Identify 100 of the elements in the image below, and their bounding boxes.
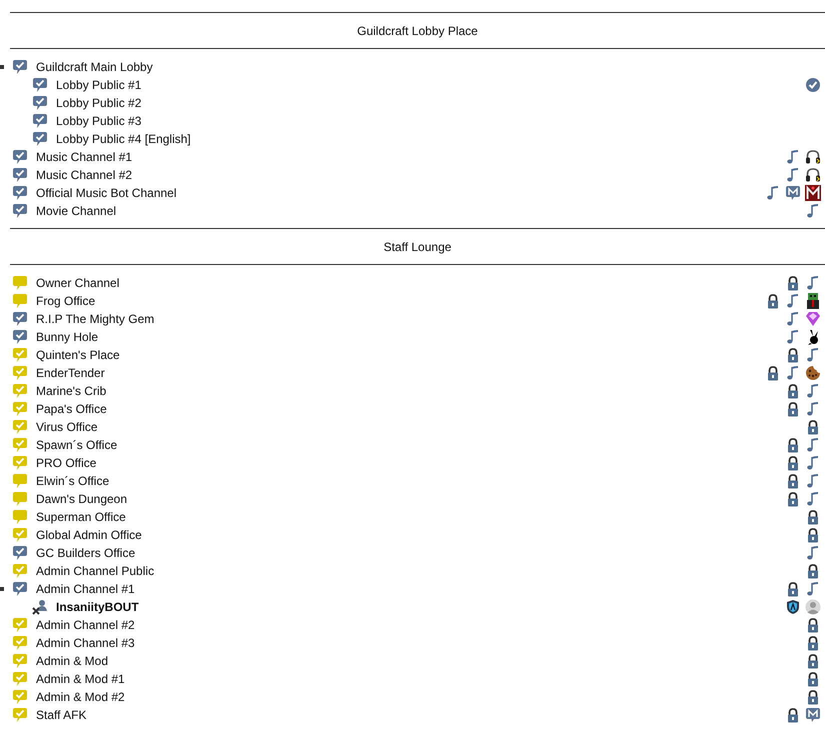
channel-name[interactable]: Admin & Mod #2 — [36, 688, 125, 706]
channel-name[interactable]: Spawn´s Office — [36, 436, 118, 454]
music-note-icon — [805, 491, 821, 507]
channel-icon — [32, 131, 48, 147]
channel-name[interactable]: Quinten's Place — [36, 346, 120, 364]
channel-name[interactable]: Music Channel #2 — [36, 166, 132, 184]
channel-name[interactable]: Admin Channel Public — [36, 562, 154, 580]
lock-icon — [765, 293, 781, 309]
lock-icon — [785, 707, 801, 723]
channel-name[interactable]: Virus Office — [36, 418, 98, 436]
lock-icon — [785, 347, 801, 363]
channel-icon — [12, 707, 28, 723]
channel-name[interactable]: Lobby Public #3 — [56, 112, 142, 130]
m-logo-icon — [805, 185, 821, 201]
user-icon — [32, 599, 48, 615]
channel-icon — [12, 275, 28, 291]
channel-icon — [12, 671, 28, 687]
channel-icon — [12, 653, 28, 669]
music-note-icon — [785, 311, 801, 327]
music-note-icon — [785, 167, 801, 183]
gem-icon — [805, 311, 821, 327]
channel-name[interactable]: Admin & Mod #1 — [36, 670, 125, 688]
channel-icon — [12, 509, 28, 525]
channel-name[interactable]: GC Builders Office — [36, 544, 136, 562]
channel-name[interactable]: Superman Office — [36, 508, 126, 526]
lock-icon — [785, 437, 801, 453]
lock-icon — [805, 617, 821, 633]
channel-name[interactable]: Lobby Public #2 — [56, 94, 142, 112]
channel-icon — [12, 383, 28, 399]
lock-icon — [805, 419, 821, 435]
channel-name[interactable]: Admin & Mod — [36, 652, 108, 670]
lock-icon — [785, 383, 801, 399]
music-note-icon — [785, 293, 801, 309]
music-note-icon — [805, 203, 821, 219]
channel-name[interactable]: Global Admin Office — [36, 526, 142, 544]
channel-icon — [12, 401, 28, 417]
channel-name[interactable]: Staff AFK — [36, 706, 86, 724]
channel-name[interactable]: Papa's Office — [36, 400, 107, 418]
check-badge-icon — [805, 77, 821, 93]
headphones-icon — [805, 149, 821, 165]
channel-name[interactable]: Lobby Public #4 [English] — [56, 130, 191, 148]
channel-name[interactable]: Bunny Hole — [36, 328, 98, 346]
channel-name[interactable]: Guildcraft Main Lobby — [36, 58, 153, 76]
music-note-icon — [805, 275, 821, 291]
music-note-icon — [805, 437, 821, 453]
headphones-icon — [805, 167, 821, 183]
channel-icon — [12, 689, 28, 705]
channel-name[interactable]: Official Music Bot Channel — [36, 184, 177, 202]
channel-name[interactable]: Dawn's Dungeon — [36, 490, 128, 508]
section-title: Guildcraft Lobby Place — [357, 22, 478, 40]
channel-name[interactable]: Music Channel #1 — [36, 148, 132, 166]
channel-icon — [12, 491, 28, 507]
channel-icon — [32, 95, 48, 111]
channel-icon — [12, 473, 28, 489]
channel-name[interactable]: Admin Channel #1 — [36, 580, 135, 598]
channel-name[interactable]: Admin Channel #2 — [36, 616, 135, 634]
pixel-face-figure-icon — [805, 293, 821, 309]
music-note-icon — [805, 473, 821, 489]
channel-icon — [12, 527, 28, 543]
channel-name[interactable]: PRO Office — [36, 454, 96, 472]
channel-name[interactable]: Elwin´s Office — [36, 472, 110, 490]
channel-icon — [12, 167, 28, 183]
channel-icon — [12, 293, 28, 309]
music-note-icon — [805, 545, 821, 561]
channel-name[interactable]: Frog Office — [36, 292, 96, 310]
channel-icon — [12, 311, 28, 327]
channel-name[interactable]: R.I.P The Mighty Gem — [36, 310, 154, 328]
channel-icon — [12, 635, 28, 651]
channel-icon — [12, 545, 28, 561]
music-note-icon — [785, 365, 801, 381]
lock-icon — [805, 563, 821, 579]
channel-name[interactable]: Marine's Crib — [36, 382, 106, 400]
channel-icon — [32, 113, 48, 129]
avatar-icon — [805, 599, 821, 615]
cookie-icon — [805, 365, 821, 381]
channel-name[interactable]: Lobby Public #1 — [56, 76, 142, 94]
lock-icon — [805, 689, 821, 705]
shield-icon — [785, 599, 801, 615]
channel-icon — [12, 365, 28, 381]
lock-icon — [785, 491, 801, 507]
lock-icon — [785, 275, 801, 291]
expand-marker[interactable] — [0, 587, 4, 591]
channel-icon — [12, 437, 28, 453]
m-speech-bubble-icon — [785, 185, 801, 201]
channel-icon — [12, 329, 28, 345]
music-note-icon — [785, 329, 801, 345]
channel-icon — [12, 455, 28, 471]
lock-icon — [805, 509, 821, 525]
channel-name[interactable]: Movie Channel — [36, 202, 116, 220]
channel-icon — [12, 203, 28, 219]
channel-name[interactable]: EnderTender — [36, 364, 105, 382]
channel-icon — [12, 419, 28, 435]
lock-icon — [785, 581, 801, 597]
expand-marker[interactable] — [0, 65, 4, 69]
m-speech-bubble-icon — [805, 707, 821, 723]
channel-name[interactable]: Owner Channel — [36, 274, 120, 292]
channel-name[interactable]: Admin Channel #3 — [36, 634, 135, 652]
music-note-icon — [805, 455, 821, 471]
channel-icon — [12, 149, 28, 165]
user-name[interactable]: InsaniityBOUT — [56, 598, 139, 616]
